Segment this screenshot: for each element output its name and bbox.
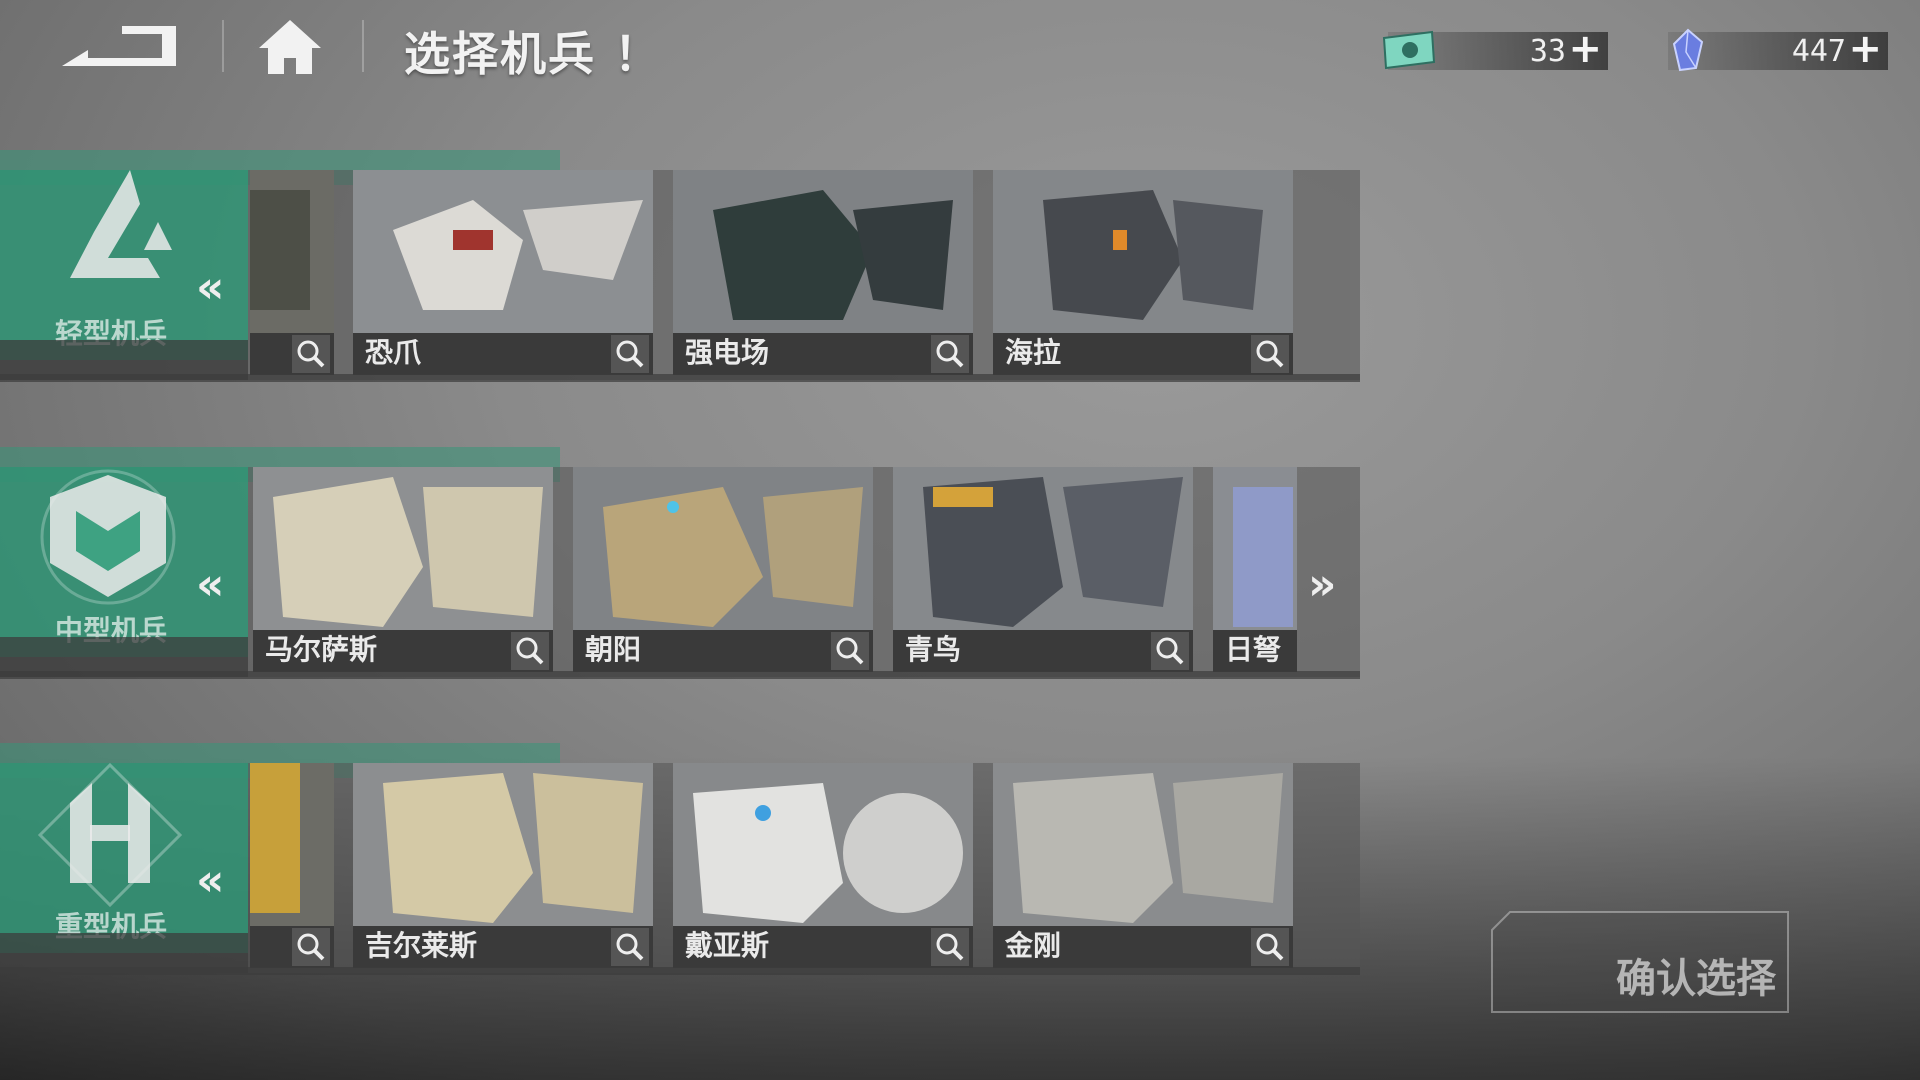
mech-art <box>353 763 653 928</box>
mech-card[interactable]: 青鸟 <box>893 467 1193 672</box>
row-rail <box>0 967 1360 975</box>
scroll-left-arrow[interactable]: « <box>196 262 224 313</box>
page-title: 选择机兵 ！ <box>404 27 663 81</box>
mech-name: 青鸟 <box>905 633 962 666</box>
inspect-icon[interactable] <box>511 632 549 670</box>
inspect-icon[interactable] <box>1251 335 1289 373</box>
category-row-medium: 中型机兵 « 马尔萨斯 朝阳 青鸟 日弩 » <box>0 447 1360 687</box>
inspect-icon[interactable] <box>292 928 330 966</box>
ticket-count: 33 <box>1529 34 1566 69</box>
mech-card[interactable]: 马尔萨斯 <box>253 467 553 672</box>
inspect-icon[interactable] <box>1251 928 1289 966</box>
top-bar: 选择机兵 ！ 33 + 447 + <box>0 0 1920 100</box>
mech-card-partial[interactable] <box>250 170 334 375</box>
inspect-icon[interactable] <box>931 928 969 966</box>
mech-art <box>993 170 1293 335</box>
mech-name: 海拉 <box>1005 336 1062 369</box>
mech-name: 戴亚斯 <box>685 929 770 962</box>
crystal-count: 447 <box>1791 34 1846 69</box>
mech-art <box>353 170 653 335</box>
currency-ticket: 33 + <box>1382 26 1608 72</box>
confirm-label: 确认选择 <box>1616 956 1776 1002</box>
divider <box>362 20 364 72</box>
row-rail <box>0 374 1360 382</box>
heavy-mech-emblem-icon <box>37 763 183 908</box>
category-row-light: 轻型机兵 « 恐爪 强电场 海拉 <box>0 150 1360 390</box>
add-crystal-button[interactable]: + <box>1848 26 1882 72</box>
mech-card[interactable]: 恐爪 <box>353 170 653 375</box>
mech-card-partial[interactable] <box>250 763 334 968</box>
ticket-icon <box>1382 30 1436 70</box>
mech-card[interactable]: 海拉 <box>993 170 1293 375</box>
mech-name: 朝阳 <box>585 633 642 666</box>
inspect-icon[interactable] <box>611 928 649 966</box>
mech-card-partial[interactable]: 日弩 <box>1213 467 1297 672</box>
home-icon <box>259 20 321 74</box>
mech-art <box>993 763 1293 928</box>
mech-card[interactable]: 强电场 <box>673 170 973 375</box>
confirm-selection-button[interactable]: 确认选择 <box>1490 910 1790 1014</box>
light-mech-emblem-icon <box>70 170 172 278</box>
scroll-right-arrow[interactable]: » <box>1308 559 1336 610</box>
row-rail <box>0 671 1360 679</box>
category-row-heavy: 重型机兵 « 吉尔莱斯 戴亚斯 金刚 <box>0 743 1360 983</box>
mech-art <box>253 467 553 632</box>
inspect-icon[interactable] <box>1151 632 1189 670</box>
divider <box>222 20 224 72</box>
back-button[interactable] <box>58 14 188 78</box>
mech-art <box>250 170 334 335</box>
scroll-left-arrow[interactable]: « <box>196 855 224 906</box>
inspect-icon[interactable] <box>831 632 869 670</box>
back-arrow-icon <box>62 26 176 66</box>
inspect-icon[interactable] <box>931 335 969 373</box>
mech-art <box>1213 467 1297 632</box>
mech-card[interactable]: 金刚 <box>993 763 1293 968</box>
add-ticket-button[interactable]: + <box>1568 26 1602 72</box>
mech-card[interactable]: 吉尔莱斯 <box>353 763 653 968</box>
mech-art <box>250 763 334 928</box>
mech-card[interactable]: 朝阳 <box>573 467 873 672</box>
currency-crystal: 447 + <box>1668 26 1888 72</box>
mech-card[interactable]: 戴亚斯 <box>673 763 973 968</box>
mech-name: 马尔萨斯 <box>265 633 378 666</box>
crystal-icon <box>1672 28 1704 72</box>
mech-art <box>573 467 873 632</box>
mech-art <box>673 763 973 928</box>
mech-name: 日弩 <box>1225 633 1282 666</box>
medium-mech-emblem-icon <box>40 469 176 605</box>
inspect-icon[interactable] <box>611 335 649 373</box>
mech-name: 吉尔莱斯 <box>365 929 478 962</box>
mech-name: 金刚 <box>1005 929 1062 962</box>
mech-name: 恐爪 <box>365 336 422 369</box>
inspect-icon[interactable] <box>292 335 330 373</box>
mech-art <box>893 467 1193 632</box>
scroll-left-arrow[interactable]: « <box>196 559 224 610</box>
mech-name: 强电场 <box>685 336 770 369</box>
home-button[interactable] <box>255 16 325 78</box>
mech-art <box>673 170 973 335</box>
